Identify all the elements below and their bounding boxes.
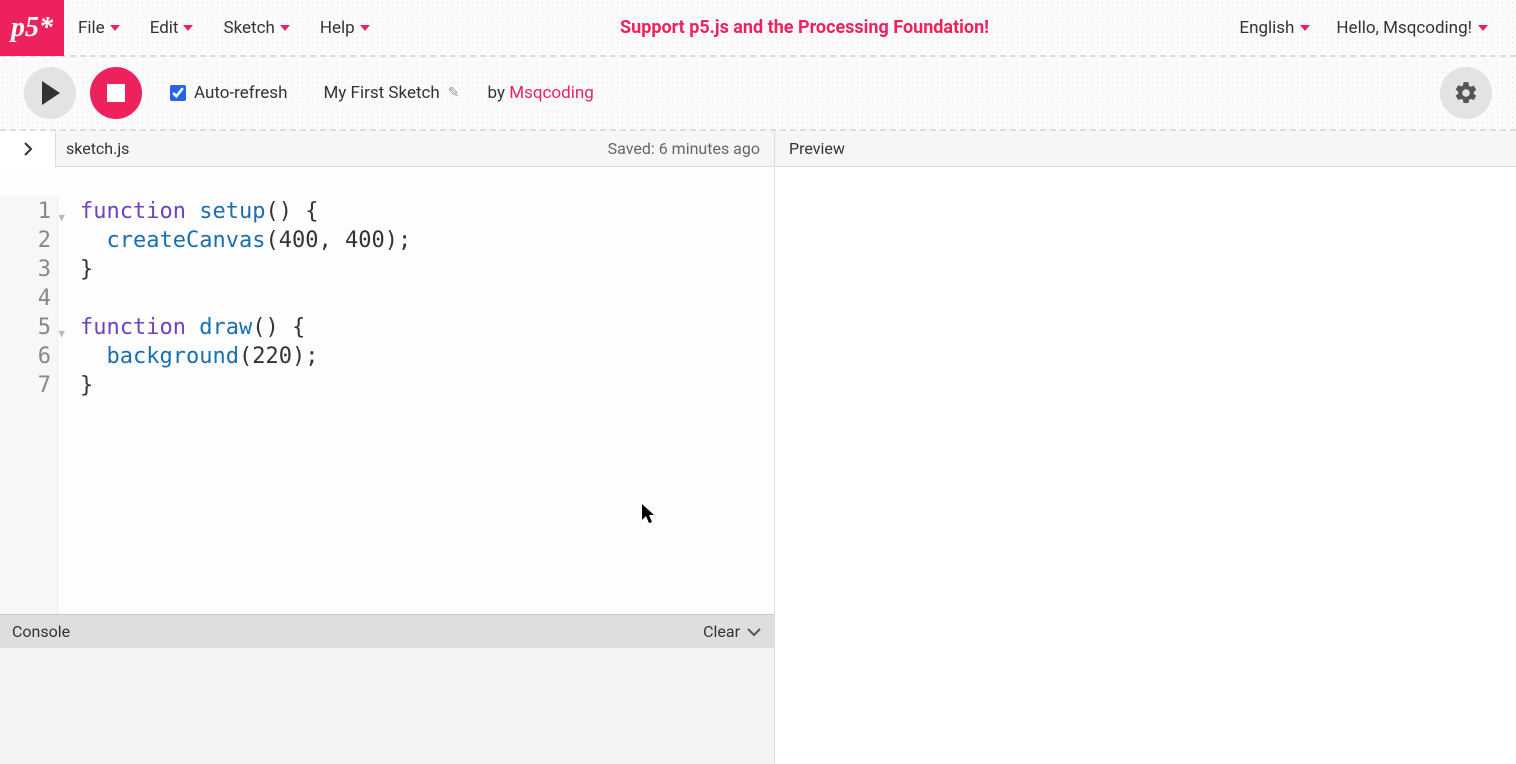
- filename-tab[interactable]: sketch.js: [56, 139, 129, 158]
- menu-edit[interactable]: Edit: [150, 18, 194, 38]
- top-nav: p5* File Edit Sketch Help Support p5.js …: [0, 0, 1516, 57]
- settings-button[interactable]: [1440, 67, 1492, 119]
- menu-bar: File Edit Sketch Help: [64, 18, 370, 38]
- right-nav: English Hello, Msqcoding!: [1239, 18, 1516, 38]
- sketch-name-text: My First Sketch: [323, 83, 439, 103]
- stop-icon: [107, 84, 125, 102]
- autorefresh-toggle[interactable]: Auto-refresh: [170, 83, 287, 103]
- sidebar-expand-button[interactable]: [0, 131, 56, 167]
- caret-down-icon: [280, 25, 290, 31]
- support-link[interactable]: Support p5.js and the Processing Foundat…: [370, 17, 1240, 38]
- menu-sketch[interactable]: Sketch: [223, 18, 289, 38]
- caret-down-icon: [110, 25, 120, 31]
- play-button[interactable]: [24, 67, 76, 119]
- code-editor[interactable]: 1234567 function setup() { createCanvas(…: [0, 167, 774, 614]
- line-gutter: 1234567: [0, 197, 58, 614]
- byline: by Msqcoding: [488, 83, 594, 103]
- stop-button[interactable]: [90, 67, 142, 119]
- main-area: sketch.js Saved: 6 minutes ago 1234567 f…: [0, 131, 1516, 764]
- chevron-right-icon: [22, 141, 34, 157]
- chevron-down-icon: [746, 626, 762, 638]
- play-icon: [40, 81, 60, 105]
- autorefresh-checkbox[interactable]: [170, 85, 186, 101]
- console-header: Console Clear: [0, 614, 774, 648]
- user-menu[interactable]: Hello, Msqcoding!: [1336, 18, 1488, 38]
- autorefresh-label: Auto-refresh: [194, 83, 287, 103]
- toolbar: Auto-refresh My First Sketch ✎ by Msqcod…: [0, 57, 1516, 131]
- console-body[interactable]: [0, 648, 774, 764]
- preview-canvas: [775, 167, 1516, 764]
- caret-down-icon: [1300, 25, 1310, 31]
- menu-help[interactable]: Help: [320, 18, 370, 38]
- p5-logo[interactable]: p5*: [0, 0, 64, 56]
- author-link[interactable]: Msqcoding: [509, 83, 594, 103]
- editor-column: sketch.js Saved: 6 minutes ago 1234567 f…: [0, 131, 775, 764]
- language-selector[interactable]: English: [1239, 18, 1310, 38]
- preview-header: Preview: [775, 131, 1516, 167]
- preview-column: Preview: [775, 131, 1516, 764]
- saved-status: Saved: 6 minutes ago: [608, 139, 774, 158]
- sketch-name: My First Sketch ✎: [323, 83, 459, 103]
- code-body[interactable]: function setup() { createCanvas(400, 400…: [58, 197, 411, 614]
- console-label: Console: [12, 622, 70, 641]
- edit-name-icon[interactable]: ✎: [448, 85, 460, 101]
- caret-down-icon: [1478, 25, 1488, 31]
- caret-down-icon: [183, 25, 193, 31]
- menu-file[interactable]: File: [78, 18, 120, 38]
- console-clear-button[interactable]: Clear: [703, 622, 762, 641]
- file-bar: sketch.js Saved: 6 minutes ago: [0, 131, 774, 167]
- caret-down-icon: [360, 25, 370, 31]
- gear-icon: [1453, 80, 1479, 106]
